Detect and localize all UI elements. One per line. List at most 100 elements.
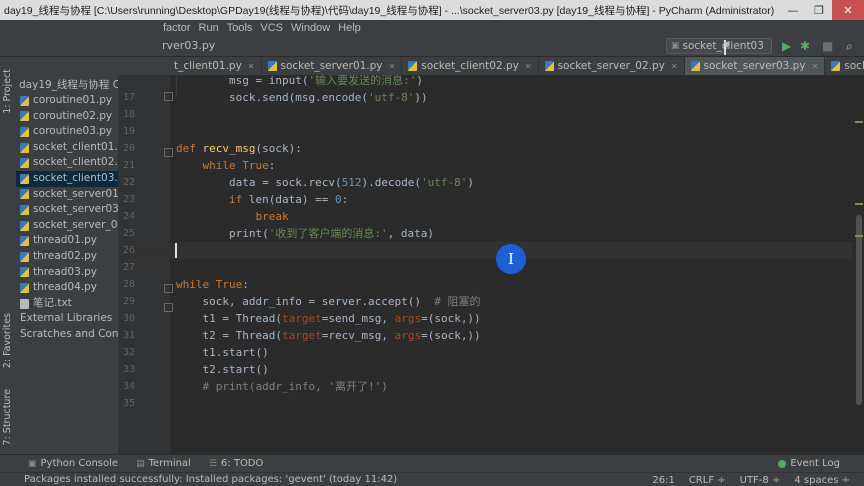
menu-refactor[interactable]: factor (159, 22, 195, 34)
file-tree-item[interactable]: coroutine01.py (16, 93, 118, 109)
editor-tab[interactable]: socket_server_02.py ✕ (539, 57, 685, 75)
menu-vcs[interactable]: VCS (256, 22, 287, 34)
editor-tab[interactable]: socket_server03.py ✕ (684, 57, 826, 75)
menu-window[interactable]: Window (287, 22, 334, 34)
error-stripe-marker[interactable] (855, 121, 863, 123)
code-line[interactable]: 22 data = sock.recv(512).decode('utf-8') (118, 174, 864, 191)
file-tree-item[interactable]: socket_server01.py (16, 187, 118, 203)
file-tree-item[interactable]: thread01.py (16, 233, 118, 249)
menu-help[interactable]: Help (334, 22, 365, 34)
code-line[interactable]: 32 t1.start() (118, 344, 864, 361)
python-console-button[interactable]: ▣ Python Console (28, 458, 118, 469)
code-line[interactable]: 17 sock.send(msg.encode('utf-8')) (118, 89, 864, 106)
editor-scrollbar[interactable] (852, 75, 864, 454)
file-tree-item[interactable]: coroutine03.py (16, 124, 118, 140)
close-tab-icon[interactable]: ✕ (248, 62, 255, 71)
close-tab-icon[interactable]: ✕ (671, 62, 678, 71)
fold-marker[interactable] (164, 303, 173, 312)
line-number: 32 (122, 347, 135, 358)
scroll-thumb[interactable] (856, 215, 862, 405)
code-editor[interactable]: msg = input('输入要发送的消息:') 17 sock.send(msg… (118, 75, 864, 454)
fold-marker[interactable] (164, 148, 173, 157)
file-tree-item[interactable]: 笔记.txt (16, 296, 118, 312)
maximize-button[interactable]: ❐ (806, 0, 832, 20)
fold-marker[interactable] (164, 92, 173, 101)
config-icon: ▣ (671, 41, 680, 51)
line-number: 33 (122, 364, 135, 375)
indent-setting[interactable]: 4 spaces ÷ (794, 475, 850, 486)
code-line[interactable]: 35 (118, 395, 864, 412)
code-line[interactable]: msg = input('输入要发送的消息:') (118, 75, 864, 89)
terminal-button[interactable]: ▤ Terminal (136, 458, 191, 469)
line-number: 22 (122, 177, 135, 188)
file-tree-item[interactable]: socket_client03.py (16, 170, 118, 187)
code-line[interactable]: 31 t2 = Thread(target=recv_msg, args=(so… (118, 327, 864, 344)
code-line[interactable]: 30 t1 = Thread(target=send_msg, args=(so… (118, 310, 864, 327)
close-tab-icon[interactable]: ✕ (389, 62, 396, 71)
caret-position[interactable]: 26:1 (652, 475, 674, 486)
editor-tab[interactable]: t_client01.py ✕ (118, 57, 262, 75)
file-tree-item[interactable]: thread02.py (16, 249, 118, 265)
code-line[interactable]: 20 def recv_msg(sock): (118, 140, 864, 157)
line-number: 30 (122, 313, 135, 324)
favorites-tool-button[interactable]: 2: Favorites (2, 313, 13, 368)
python-file-icon (20, 282, 29, 293)
editor-tabs: t_client01.py ✕ socket_server01.py ✕ socket_… (118, 57, 864, 75)
file-tree-item[interactable]: thread04.py (16, 280, 118, 296)
external-libraries[interactable]: External Libraries (16, 311, 118, 327)
event-log-button[interactable]: Event Log (778, 458, 840, 469)
line-number: 31 (122, 330, 135, 341)
close-tab-icon[interactable]: ✕ (525, 62, 532, 71)
fold-marker[interactable] (164, 284, 173, 293)
code-line[interactable]: 24 break (118, 208, 864, 225)
play-icon[interactable]: ▶ (782, 39, 791, 53)
line-number: 25 (122, 228, 135, 239)
code-line[interactable]: 21 while True: (118, 157, 864, 174)
project-tool-button[interactable]: 1: Project (2, 69, 13, 114)
line-number: 23 (122, 194, 135, 205)
error-stripe-marker[interactable] (855, 235, 863, 237)
project-root[interactable]: day19_线程与协程 C:\ (16, 78, 118, 93)
line-separator[interactable]: CRLF ÷ (689, 475, 726, 486)
menu-run[interactable]: Run (195, 22, 223, 34)
file-tree-item[interactable]: socket_client01.py (16, 140, 118, 156)
file-tree-item[interactable]: coroutine02.py (16, 109, 118, 125)
code-line[interactable]: 25 print('收到了客户端的消息:', data) (118, 225, 864, 242)
status-message[interactable]: Packages installed successfully: Install… (24, 474, 397, 485)
stop-icon[interactable]: ■ (822, 39, 833, 53)
structure-tool-button[interactable]: 7: Structure (2, 389, 13, 445)
code-line[interactable]: 27 (118, 259, 864, 276)
breadcrumb[interactable]: rver03.py (162, 39, 215, 52)
code-line[interactable]: 18 (118, 106, 864, 123)
file-tree-item[interactable]: socket_server_02.py (16, 218, 118, 234)
editor-tab[interactable]: socket_server01.py ✕ (262, 57, 403, 75)
file-tree-item[interactable]: thread03.py (16, 265, 118, 281)
error-stripe-marker[interactable] (855, 203, 863, 205)
run-config-select[interactable]: ▣ socket_client03 ▼ (666, 38, 772, 55)
search-icon[interactable]: ⌕ (846, 39, 853, 54)
code-line[interactable]: 19 (118, 123, 864, 140)
file-tree-item[interactable]: socket_client02.py (16, 155, 118, 171)
close-tab-icon[interactable]: ✕ (812, 62, 819, 71)
code-line[interactable]: 29 sock, addr_info = server.accept() # 阻… (118, 293, 864, 310)
tab-label: socket_client03.py (844, 60, 864, 72)
code-line[interactable]: 33 t2.start() (118, 361, 864, 378)
close-button[interactable]: ✕ (832, 0, 864, 20)
python-file-icon (20, 126, 29, 137)
file-tree-item[interactable]: socket_server03.py (16, 202, 118, 218)
mouse-cursor-highlight: I (496, 244, 526, 274)
file-encoding[interactable]: UTF-8 ÷ (740, 475, 781, 486)
code-line[interactable]: 28 while True: (118, 276, 864, 293)
bug-icon[interactable]: ✱ (800, 39, 810, 53)
menu-tools[interactable]: Tools (223, 22, 257, 34)
python-file-icon (20, 111, 29, 122)
editor-tab[interactable]: socket_client03.py✕ (825, 57, 864, 75)
python-file-icon (20, 142, 29, 153)
code-line[interactable]: 23 if len(data) == 0: (118, 191, 864, 208)
code-line[interactable]: 34 # print(addr_info, '离开了!') (118, 378, 864, 395)
todo-button[interactable]: ☰ 6: TODO (209, 458, 264, 469)
code-line[interactable]: 26 (118, 242, 864, 259)
scratches-and-consoles[interactable]: Scratches and Consoles (16, 327, 118, 343)
editor-tab[interactable]: socket_client02.py ✕ (402, 57, 539, 75)
minimize-button[interactable]: — (780, 0, 806, 20)
